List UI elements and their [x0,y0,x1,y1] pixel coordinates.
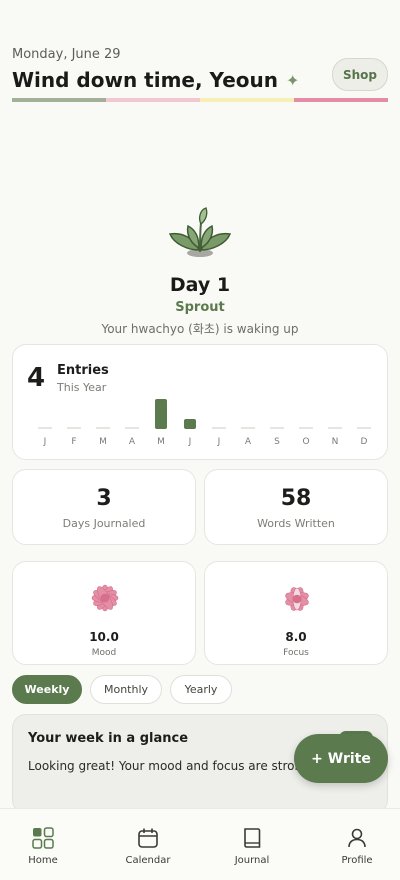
calendar-icon [138,828,158,848]
month-label: F [71,437,77,447]
day-title: Day 1 [169,274,231,296]
month-label: N [331,437,339,447]
month-label: M [157,437,165,447]
words-written-card[interactable]: 58 Words Written [204,469,388,545]
nav-home-label: Home [28,855,58,866]
glance-title: Your week in a glance [28,731,189,746]
pink-flower-icon [285,587,309,611]
month-baseline [38,427,52,429]
month-column: O [292,397,320,453]
entries-label: Entries [57,363,109,378]
tab-yearly[interactable]: Yearly [170,675,232,704]
stripe-segment-4 [294,98,388,102]
nav-journal[interactable]: Journal [212,809,292,880]
month-baseline [67,427,81,429]
month-column: M [147,397,175,453]
nav-profile-label: Profile [341,855,373,866]
mood-value: 10.0 [89,630,119,644]
words-written-value: 58 [280,486,312,511]
plant-subtitle: Your hwachyo (화초) is waking up [101,322,299,336]
sparkle-icon: ✦ [285,70,300,90]
entries-sublabel: This Year [57,381,107,394]
month-baseline [270,427,284,429]
mood-card[interactable]: 10.0 Mood [12,561,196,665]
shop-button[interactable]: Shop [332,58,388,91]
entries-card[interactable]: 4 Entries This Year J F M A M J J A S O N D [12,344,388,460]
month-bar [184,419,196,429]
month-bar [155,399,167,429]
month-column: J [176,397,204,453]
month-baseline [241,427,255,429]
color-stripe [12,98,388,102]
month-column: J [31,397,59,453]
tab-weekly[interactable]: Weekly [12,675,82,704]
write-button[interactable]: + Write [294,734,388,783]
month-label: O [302,437,310,447]
month-label: A [128,437,136,447]
month-baseline [299,427,313,429]
month-label: J [43,437,47,447]
stripe-segment-2 [106,98,200,102]
month-baseline [328,427,342,429]
days-journaled-value: 3 [96,486,112,511]
pink-flower-icon [91,584,119,612]
days-journaled-card[interactable]: 3 Days Journaled [12,469,196,545]
nav-profile[interactable]: Profile [317,809,397,880]
words-written-label: Words Written [257,517,335,530]
nav-journal-label: Journal [234,855,270,866]
stripe-segment-3 [200,98,294,102]
glance-body: Looking great! Your mood and focus are s… [28,759,310,773]
month-baseline [125,427,139,429]
tab-monthly[interactable]: Monthly [90,675,162,704]
month-label: A [244,437,252,447]
month-baseline [212,427,226,429]
home-grid-icon [32,827,54,849]
plant-stage: Sprout [175,300,225,315]
nav-calendar-label: Calendar [125,855,171,866]
month-column: S [263,397,291,453]
nav-home[interactable]: Home [3,809,83,880]
sprout-plant-icon [168,207,232,257]
month-baseline [96,427,110,429]
monthly-entries-chart: JFMAMJJASOND [31,397,379,453]
nav-calendar[interactable]: Calendar [108,809,188,880]
entries-count: 4 [27,363,46,393]
month-column: D [350,397,378,453]
month-column: A [234,397,262,453]
month-column: M [89,397,117,453]
home-screen: Monday, June 29 Wind down time, Yeoun ✦ … [0,0,400,880]
days-journaled-label: Days Journaled [62,517,146,530]
month-column: J [205,397,233,453]
greeting-title: Wind down time, Yeoun ✦ [12,68,299,92]
focus-value: 8.0 [285,630,307,644]
greeting-text: Wind down time, Yeoun [12,68,278,92]
month-label: J [217,437,221,447]
bottom-nav: Home Calendar Journal Profile [0,808,400,880]
mood-label: Mood [91,648,117,658]
month-column: F [60,397,88,453]
month-label: D [360,437,368,447]
month-baseline [357,427,371,429]
date-label: Monday, June 29 [12,47,121,62]
month-column: N [321,397,349,453]
focus-card[interactable]: 8.0 Focus [204,561,388,665]
person-icon [348,828,366,848]
month-label: M [99,437,107,447]
stripe-segment-1 [12,98,106,102]
book-icon [244,828,261,848]
focus-label: Focus [283,648,309,658]
month-label: J [188,437,192,447]
month-label: S [274,437,280,447]
month-column: A [118,397,146,453]
